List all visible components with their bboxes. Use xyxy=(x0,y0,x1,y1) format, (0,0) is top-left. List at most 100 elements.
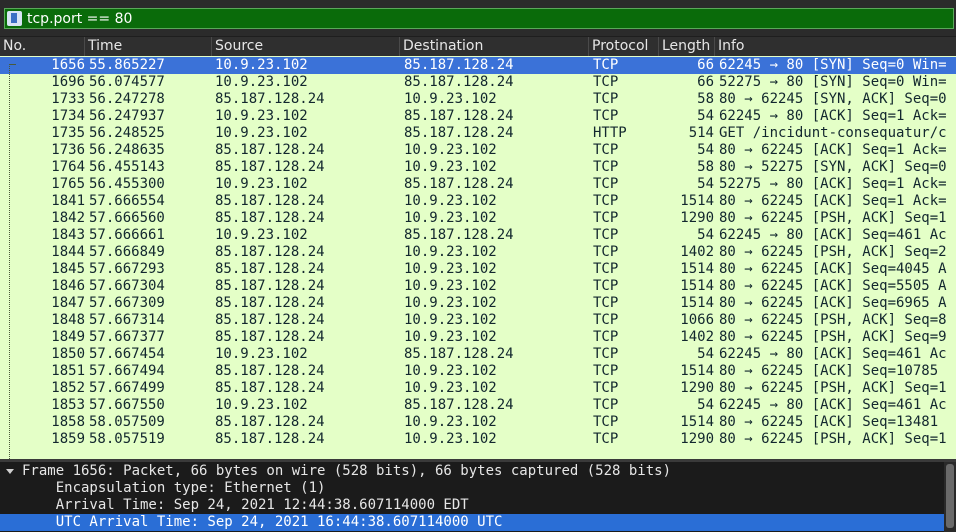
packet-destination: 10.9.23.102 xyxy=(404,362,497,379)
packet-row[interactable]: 1841 57.666554 85.187.128.24 10.9.23.102 TCP… xyxy=(0,193,956,210)
packet-time: 57.667454 xyxy=(89,345,165,362)
packet-row[interactable]: 1845 57.667293 85.187.128.24 10.9.23.102 TCP… xyxy=(0,261,956,278)
packet-row[interactable]: 1733 56.247278 85.187.128.24 10.9.23.102 TCP… xyxy=(0,91,956,108)
packet-row[interactable]: 1843 57.666661 10.9.23.102 85.187.128.24 TCP… xyxy=(0,227,956,244)
packet-row[interactable]: 1858 58.057509 85.187.128.24 10.9.23.102 TCP… xyxy=(0,414,956,431)
packet-info: 80 → 62245 [ACK] Seq=6965 A xyxy=(719,294,947,311)
packet-info: 80 → 62245 [PSH, ACK] Seq=1 xyxy=(719,379,947,396)
packet-source: 85.187.128.24 xyxy=(215,192,325,209)
packet-length: 1290 xyxy=(680,430,714,447)
packet-protocol: TCP xyxy=(593,430,619,447)
packet-info: 80 → 62245 [ACK] Seq=4045 A xyxy=(719,260,947,277)
packet-source: 10.9.23.102 xyxy=(215,226,308,243)
column-info[interactable]: Info xyxy=(715,37,956,56)
packet-row[interactable]: 1849 57.667377 85.187.128.24 10.9.23.102 TCP… xyxy=(0,329,956,346)
packet-row[interactable]: 1696 56.074577 10.9.23.102 85.187.128.24 TCP… xyxy=(0,74,956,91)
packet-details-pane[interactable]: Frame 1656: Packet, 66 bytes on wire (52… xyxy=(0,462,944,532)
display-filter-text[interactable]: tcp.port == 80 xyxy=(27,10,132,28)
display-filter-toolbar: tcp.port == 80 xyxy=(0,0,956,36)
packet-row[interactable]: 1842 57.666560 85.187.128.24 10.9.23.102 TCP… xyxy=(0,210,956,227)
packet-protocol: TCP xyxy=(593,175,619,192)
packet-row[interactable]: 1847 57.667309 85.187.128.24 10.9.23.102 TCP… xyxy=(0,295,956,312)
packet-time: 56.247937 xyxy=(89,107,165,124)
packet-length: 1290 xyxy=(680,209,714,226)
packet-source: 85.187.128.24 xyxy=(215,260,325,277)
packet-row[interactable]: 1734 56.247937 10.9.23.102 85.187.128.24 TCP… xyxy=(0,108,956,125)
column-length[interactable]: Length xyxy=(659,37,715,56)
packet-protocol: TCP xyxy=(593,362,619,379)
column-no[interactable]: No. xyxy=(0,37,85,56)
packet-row[interactable]: 1853 57.667550 10.9.23.102 85.187.128.24 TCP… xyxy=(0,397,956,414)
detail-line[interactable]: Arrival Time: Sep 24, 2021 12:44:38.6071… xyxy=(0,497,944,514)
packet-list[interactable]: 1656 55.865227 10.9.23.102 85.187.128.24 TCP… xyxy=(0,56,956,459)
packet-source: 85.187.128.24 xyxy=(215,430,325,447)
detail-line[interactable]: Frame 1656: Packet, 66 bytes on wire (52… xyxy=(0,463,944,480)
display-filter-input[interactable]: tcp.port == 80 xyxy=(4,8,954,29)
packet-info: 80 → 62245 [PSH, ACK] Seq=1 xyxy=(719,430,947,447)
packet-length: 54 xyxy=(697,396,714,413)
packet-row[interactable]: 1656 55.865227 10.9.23.102 85.187.128.24 TCP… xyxy=(0,56,956,74)
column-time[interactable]: Time xyxy=(85,37,212,56)
packet-time: 58.057519 xyxy=(89,430,165,447)
packet-source: 85.187.128.24 xyxy=(215,294,325,311)
packet-row[interactable]: 1764 56.455143 85.187.128.24 10.9.23.102 TCP… xyxy=(0,159,956,176)
packet-protocol: TCP xyxy=(593,192,619,209)
packet-destination: 85.187.128.24 xyxy=(404,175,514,192)
packet-destination: 10.9.23.102 xyxy=(404,243,497,260)
packet-info: 80 → 62245 [PSH, ACK] Seq=8 xyxy=(719,311,947,328)
packet-length: 1066 xyxy=(680,311,714,328)
packet-protocol: TCP xyxy=(593,141,619,158)
packet-row[interactable]: 1851 57.667494 85.187.128.24 10.9.23.102 TCP… xyxy=(0,363,956,380)
packet-time: 58.057509 xyxy=(89,413,165,430)
packet-protocol: TCP xyxy=(593,209,619,226)
packet-length: 1402 xyxy=(680,328,714,345)
packet-protocol: TCP xyxy=(593,294,619,311)
column-protocol[interactable]: Protocol xyxy=(589,37,659,56)
column-destination[interactable]: Destination xyxy=(400,37,589,56)
packet-row[interactable]: 1850 57.667454 10.9.23.102 85.187.128.24 TCP… xyxy=(0,346,956,363)
packet-source: 10.9.23.102 xyxy=(215,396,308,413)
packet-time: 57.667377 xyxy=(89,328,165,345)
packet-source: 85.187.128.24 xyxy=(215,362,325,379)
packet-row[interactable]: 1765 56.455300 10.9.23.102 85.187.128.24 TCP… xyxy=(0,176,956,193)
packet-protocol: TCP xyxy=(593,107,619,124)
packet-info: 62245 → 80 [ACK] Seq=461 Ac xyxy=(719,345,947,362)
packet-length: 58 xyxy=(697,90,714,107)
packet-info: GET /incidunt-consequatur/c xyxy=(719,124,947,141)
packet-info: 80 → 62245 [PSH, ACK] Seq=1 xyxy=(719,209,947,226)
packet-row[interactable]: 1859 58.057519 85.187.128.24 10.9.23.102 TCP… xyxy=(0,431,956,448)
packet-info: 80 → 52275 [SYN, ACK] Seq=0 xyxy=(719,158,947,175)
packet-info: 62245 → 80 [ACK] Seq=461 Ac xyxy=(719,396,947,413)
packet-source: 10.9.23.102 xyxy=(215,345,308,362)
packet-protocol: TCP xyxy=(593,90,619,107)
packet-destination: 10.9.23.102 xyxy=(404,209,497,226)
packet-destination: 10.9.23.102 xyxy=(404,379,497,396)
packet-row[interactable]: 1848 57.667314 85.187.128.24 10.9.23.102 TCP… xyxy=(0,312,956,329)
packet-destination: 85.187.128.24 xyxy=(404,56,514,73)
packet-length: 514 xyxy=(688,124,714,141)
packet-row[interactable]: 1736 56.248635 85.187.128.24 10.9.23.102 TCP… xyxy=(0,142,956,159)
packet-info: 80 → 62245 [SYN, ACK] Seq=0 xyxy=(719,90,947,107)
packet-time: 56.248635 xyxy=(89,141,165,158)
packet-row[interactable]: 1844 57.666849 85.187.128.24 10.9.23.102 TCP… xyxy=(0,244,956,261)
bookmark-icon[interactable] xyxy=(7,11,22,26)
packet-protocol: TCP xyxy=(593,345,619,362)
details-scrollbar-thumb[interactable] xyxy=(946,464,954,528)
packet-time: 56.248525 xyxy=(89,124,165,141)
detail-line[interactable]: Encapsulation type: Ethernet (1) xyxy=(0,480,944,497)
detail-line[interactable]: UTC Arrival Time: Sep 24, 2021 16:44:38.… xyxy=(0,514,944,531)
packet-source: 85.187.128.24 xyxy=(215,141,325,158)
detail-text: UTC Arrival Time: Sep 24, 2021 16:44:38.… xyxy=(22,514,503,530)
packet-length: 54 xyxy=(697,226,714,243)
packet-destination: 85.187.128.24 xyxy=(404,107,514,124)
packet-length: 1402 xyxy=(680,243,714,260)
packet-row[interactable]: 1852 57.667499 85.187.128.24 10.9.23.102 TCP… xyxy=(0,380,956,397)
details-scrollbar[interactable] xyxy=(944,462,956,532)
packet-row[interactable]: 1735 56.248525 10.9.23.102 85.187.128.24 HTT… xyxy=(0,125,956,142)
packet-length: 54 xyxy=(697,175,714,192)
column-source[interactable]: Source xyxy=(212,37,400,56)
expand-arrow-icon[interactable] xyxy=(6,469,14,474)
packet-protocol: TCP xyxy=(593,73,619,90)
packet-row[interactable]: 1846 57.667304 85.187.128.24 10.9.23.102 TCP… xyxy=(0,278,956,295)
packet-destination: 10.9.23.102 xyxy=(404,260,497,277)
